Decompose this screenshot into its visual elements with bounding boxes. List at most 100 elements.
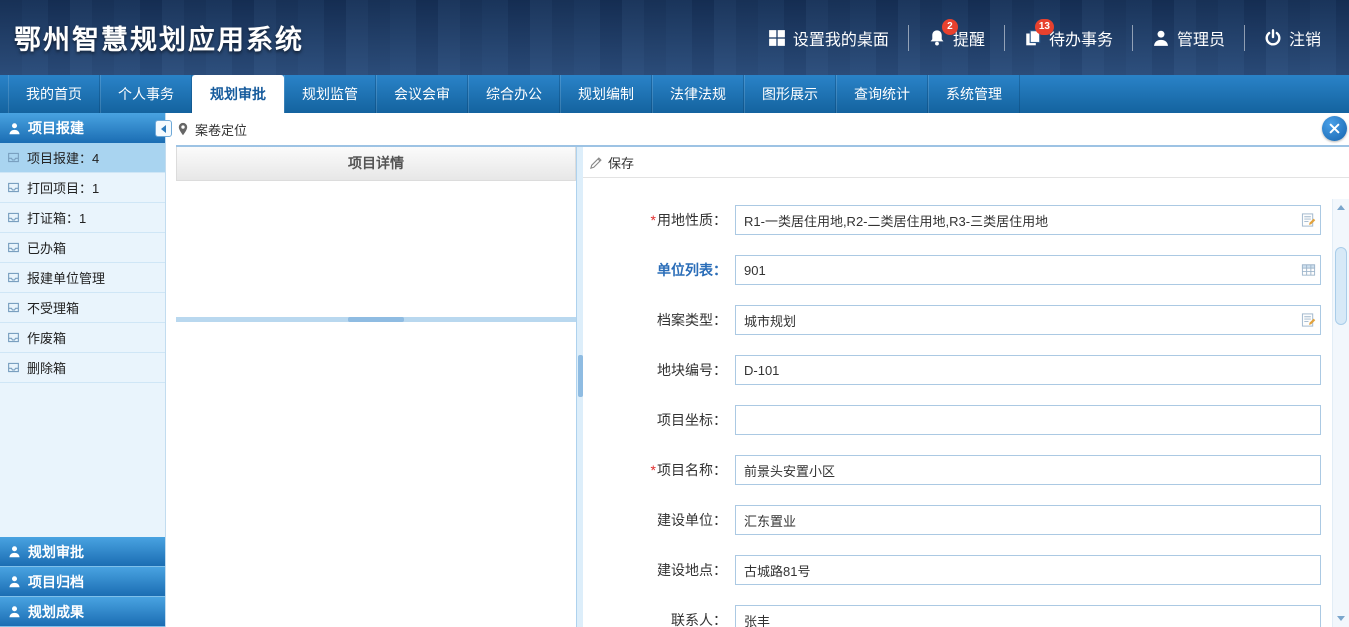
- form-edit-icon[interactable]: [1301, 313, 1316, 328]
- sidebar-section-planning-approval[interactable]: 规划审批: [0, 537, 165, 567]
- archive-type-input-wrap: [735, 305, 1321, 335]
- sidebar-section-label: 规划审批: [28, 542, 84, 562]
- sidebar-item-label: 已办箱: [27, 238, 66, 257]
- form-row: 建设单位：: [583, 505, 1321, 535]
- form-body: *用地性质： 单位列表：: [583, 178, 1349, 627]
- sidebar-section-project-archive[interactable]: 项目归档: [0, 567, 165, 597]
- person-icon: [8, 605, 21, 618]
- documents-icon: 13: [1024, 29, 1042, 47]
- todo-tasks-button[interactable]: 13 待办事务: [1024, 26, 1113, 50]
- tab-system-management[interactable]: 系统管理: [928, 75, 1020, 113]
- splitter-handle[interactable]: [348, 317, 404, 322]
- sidebar-item-label: 不受理箱: [27, 298, 79, 317]
- tray-icon: [7, 151, 20, 164]
- tray-icon: [7, 181, 20, 194]
- project-name-label: *项目名称：: [583, 460, 735, 480]
- sidebar-header-label: 项目报建: [28, 118, 84, 138]
- tray-icon: [7, 211, 20, 224]
- tab-planning-compilation[interactable]: 规划编制: [560, 75, 652, 113]
- pencil-icon: [589, 155, 604, 170]
- tab-general-office[interactable]: 综合办公: [468, 75, 560, 113]
- field-label-text: 地块编号：: [657, 362, 727, 378]
- project-detail-lower: [176, 322, 576, 627]
- construction-site-input[interactable]: [735, 555, 1321, 585]
- construction-unit-input[interactable]: [735, 505, 1321, 535]
- land-use-input[interactable]: [735, 205, 1321, 235]
- tab-planning-approval[interactable]: 规划审批: [192, 75, 284, 113]
- sidebar-item-deleted-box[interactable]: 删除箱: [0, 353, 165, 383]
- tab-query-statistics[interactable]: 查询统计: [836, 75, 928, 113]
- tray-icon: [7, 331, 20, 344]
- sidebar-item-returned-projects[interactable]: 打回项目：1: [0, 173, 165, 203]
- plot-number-input[interactable]: [735, 355, 1321, 385]
- header-separator: [1004, 25, 1005, 51]
- tab-my-home[interactable]: 我的首页: [8, 75, 100, 113]
- user-icon: [1152, 29, 1170, 47]
- chevron-left-icon: [161, 125, 166, 133]
- project-coordinates-input[interactable]: [735, 405, 1321, 435]
- project-detail-panel: 项目详情: [176, 147, 576, 627]
- form-edit-icon[interactable]: [1301, 213, 1316, 228]
- tray-icon: [7, 361, 20, 374]
- content-panels: 项目详情 保存 *: [176, 147, 1349, 627]
- header-separator: [1244, 25, 1245, 51]
- sidebar-item-label: 作废箱: [27, 328, 66, 347]
- tray-icon: [7, 271, 20, 284]
- scroll-up-button[interactable]: [1333, 199, 1349, 216]
- admin-user-button[interactable]: 管理员: [1152, 26, 1225, 50]
- unit-list-input[interactable]: [735, 255, 1321, 285]
- tab-laws-regulations[interactable]: 法律法规: [652, 75, 744, 113]
- scroll-down-button[interactable]: [1333, 610, 1349, 627]
- sidebar-item-completed-box[interactable]: 已办箱: [0, 233, 165, 263]
- sidebar-item-label: 项目报建：4: [27, 148, 99, 167]
- reminders-button[interactable]: 2 提醒: [928, 26, 985, 50]
- case-locate-label[interactable]: 案卷定位: [195, 120, 247, 139]
- sidebar-item-label: 报建单位管理: [27, 268, 105, 287]
- sidebar-section-planning-results[interactable]: 规划成果: [0, 597, 165, 627]
- field-label-text: 建设地点：: [657, 562, 727, 578]
- form-row: 联系人：: [583, 605, 1321, 627]
- tab-planning-supervision[interactable]: 规划监管: [284, 75, 376, 113]
- form-row: 档案类型：: [583, 305, 1321, 335]
- field-label-text: 项目坐标：: [657, 412, 727, 428]
- tab-meeting-review[interactable]: 会议会审: [376, 75, 468, 113]
- archive-type-label: 档案类型：: [583, 310, 735, 330]
- form-row: 建设地点：: [583, 555, 1321, 585]
- sidebar-item-not-accepted-box[interactable]: 不受理箱: [0, 293, 165, 323]
- main-content: 案卷定位 项目详情: [166, 113, 1349, 627]
- case-locate-toolbar: 案卷定位: [176, 113, 1349, 147]
- collapse-sidebar-button[interactable]: [155, 120, 172, 137]
- table-select-icon[interactable]: [1301, 263, 1316, 278]
- reminders-label: 提醒: [953, 26, 985, 50]
- sidebar-section-label: 规划成果: [28, 602, 84, 622]
- field-label-text: 项目名称：: [657, 462, 727, 478]
- sidebar-item-certificate-box[interactable]: 打证箱：1: [0, 203, 165, 233]
- close-icon[interactable]: [1322, 116, 1347, 141]
- sidebar-item-unit-management[interactable]: 报建单位管理: [0, 263, 165, 293]
- sidebar-item-voided-box[interactable]: 作废箱: [0, 323, 165, 353]
- tray-icon: [7, 241, 20, 254]
- horizontal-splitter[interactable]: [176, 317, 576, 322]
- project-detail-title: 项目详情: [176, 147, 576, 181]
- person-icon: [8, 575, 21, 588]
- vertical-splitter[interactable]: [576, 147, 583, 627]
- contact-person-label: 联系人：: [583, 610, 735, 627]
- tab-graphic-display[interactable]: 图形展示: [744, 75, 836, 113]
- construction-unit-label: 建设单位：: [583, 510, 735, 530]
- sidebar-item-project-report-box[interactable]: 项目报建：4: [0, 143, 165, 173]
- tray-icon: [7, 301, 20, 314]
- save-button[interactable]: 保存: [589, 153, 634, 172]
- archive-type-input[interactable]: [735, 305, 1321, 335]
- contact-person-input[interactable]: [735, 605, 1321, 627]
- sidebar-filler: [0, 383, 165, 537]
- logout-label: 注销: [1289, 26, 1321, 50]
- form-scrollbar[interactable]: [1332, 199, 1349, 627]
- scrollbar-thumb[interactable]: [1335, 247, 1347, 325]
- logout-button[interactable]: 注销: [1264, 26, 1321, 50]
- sidebar-header-project-report[interactable]: 项目报建: [0, 113, 165, 143]
- tab-personal-affairs[interactable]: 个人事务: [100, 75, 192, 113]
- set-desktop-button[interactable]: 设置我的桌面: [768, 26, 889, 50]
- unit-list-label[interactable]: 单位列表：: [583, 260, 735, 280]
- project-form-panel: 保存 *用地性质： 单位列表：: [583, 147, 1349, 627]
- project-name-input[interactable]: [735, 455, 1321, 485]
